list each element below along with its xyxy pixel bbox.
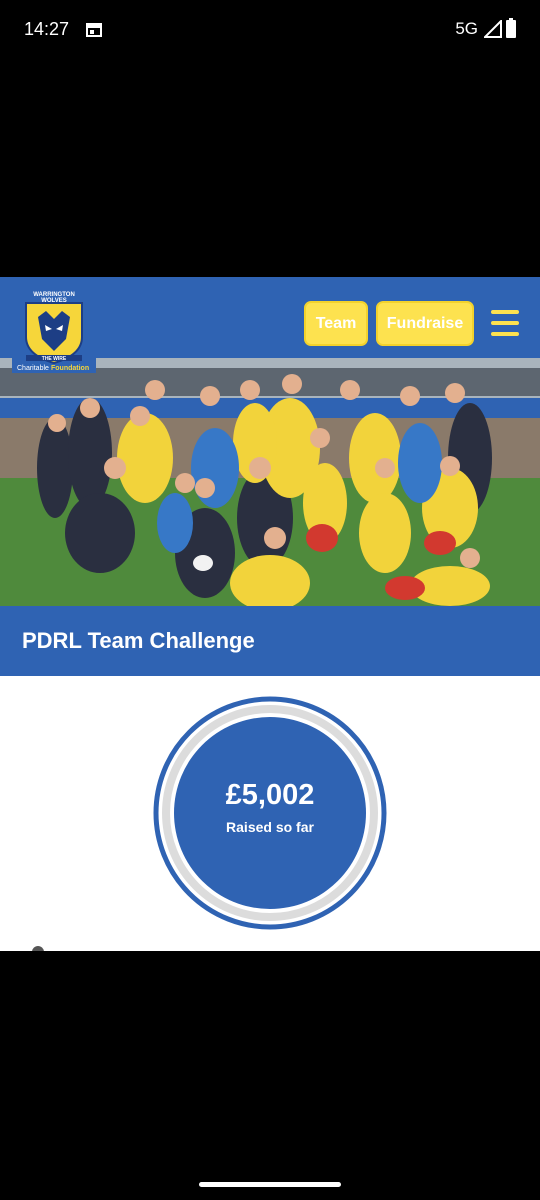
logo-line2: WOLVES	[41, 298, 67, 304]
clock: 14:27	[24, 19, 70, 39]
hamburger-menu-icon[interactable]	[491, 310, 519, 336]
webpage: WARRINGTON WOLVES THE WIRE Charitable Fo…	[0, 277, 540, 951]
page-title: PDRL Team Challenge	[22, 628, 255, 653]
title-bar: PDRL Team Challenge	[0, 606, 540, 676]
amount-raised: £5,002	[225, 779, 315, 811]
signal-icon	[484, 20, 502, 38]
calendar-icon	[86, 23, 102, 37]
site-header: WARRINGTON WOLVES THE WIRE Charitable Fo…	[0, 277, 540, 373]
status-bar: 14:27 5G	[0, 0, 540, 60]
network-type: 5G	[455, 19, 478, 38]
fundraise-button[interactable]: Fundraise	[376, 301, 474, 346]
team-button[interactable]: Team	[304, 301, 368, 346]
battery-icon	[506, 18, 516, 38]
team-photo	[0, 358, 540, 606]
partial-element	[32, 946, 44, 951]
logo-line3: THE WIRE	[42, 356, 67, 362]
raised-label: Raised so far	[226, 819, 314, 835]
home-indicator[interactable]	[199, 1182, 341, 1187]
charity-logo[interactable]: WARRINGTON WOLVES THE WIRE Charitable Fo…	[12, 289, 96, 373]
logo-line4b: Foundation	[51, 365, 89, 372]
fundraising-progress-circle: £5,002 Raised so far	[152, 695, 388, 931]
logo-line4a: Charitable	[17, 365, 49, 372]
